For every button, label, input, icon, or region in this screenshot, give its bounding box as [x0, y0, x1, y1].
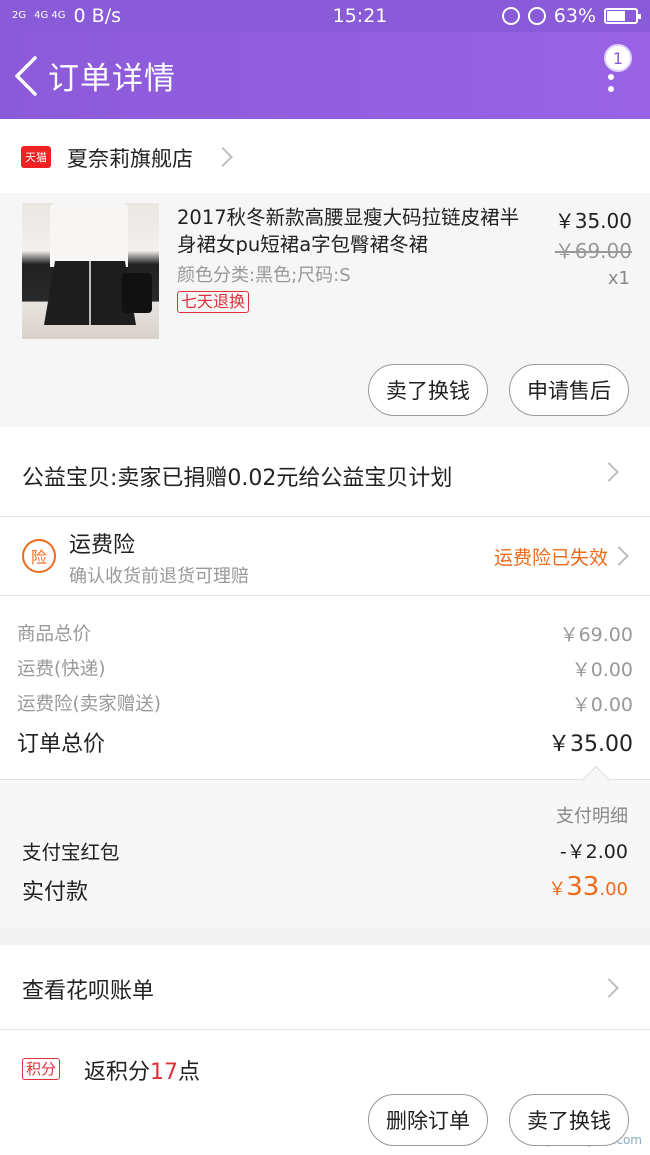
return-policy-tag: 七天退换: [177, 291, 250, 313]
points-text: 返积分17点: [84, 1054, 200, 1086]
net-speed: 0 B/s: [73, 5, 121, 27]
tmall-icon: 天猫: [21, 146, 51, 168]
product-image[interactable]: [22, 203, 159, 339]
summary-label: 商品总价: [17, 624, 92, 645]
summary-value: ￥0.00: [571, 694, 633, 716]
message-badge: 1: [604, 44, 632, 72]
shop-row[interactable]: 天猫 夏奈莉旗舰店: [0, 119, 650, 193]
zipper-shape: [89, 261, 91, 325]
more-dot-icon: [608, 74, 614, 80]
signal-2g-icon: 2G: [12, 10, 27, 21]
battery-percent: 63%: [553, 5, 596, 27]
points-count: 17: [150, 1060, 179, 1085]
order-total-value: ￥35.00: [548, 732, 633, 757]
status-bar: 2G 4G 4G 0 B/s 15:21 63%: [0, 0, 650, 32]
page-title: 订单详情: [48, 61, 176, 97]
clock: 15:21: [332, 5, 388, 27]
battery-fill: [607, 11, 625, 21]
redpacket-value: -￥2.00: [559, 841, 628, 863]
paid-label: 实付款: [22, 880, 89, 905]
chevron-left-icon: [15, 55, 37, 96]
alarm-icon: [527, 7, 546, 25]
charity-text: 公益宝贝:卖家已捐赠0.02元给公益宝贝计划: [22, 466, 453, 491]
points-row: 积分 返积分17点: [0, 1030, 650, 1085]
points-suffix: 点: [178, 1060, 201, 1085]
sweater-shape: [50, 203, 128, 267]
chevron-right-icon: [213, 147, 233, 167]
back-button[interactable]: [4, 46, 48, 106]
status-right: 63%: [488, 5, 641, 27]
product-sku: 颜色分类:黑色;尺码:S: [177, 265, 351, 286]
points-tag: 积分: [22, 1058, 61, 1080]
item-price: ￥35.00: [554, 209, 632, 233]
summary-label: 运费(快递): [17, 659, 106, 680]
charity-row[interactable]: 公益宝贝:卖家已捐赠0.02元给公益宝贝计划: [0, 427, 650, 516]
summary-value: ￥69.00: [559, 624, 633, 646]
order-total-label: 订单总价: [17, 732, 106, 757]
item-quantity: x1: [607, 268, 630, 289]
delete-order-button[interactable]: 删除订单: [368, 1094, 488, 1146]
chevron-right-icon: [609, 546, 629, 566]
sell-for-cash-button-bottom[interactable]: 卖了换钱: [509, 1094, 629, 1146]
payment-detail: 支付明细 支付宝红包 -￥2.00 实付款 ￥33.00: [0, 780, 650, 928]
product-title[interactable]: 2017秋冬新款高腰显瘦大码拉链皮裙半身裙女pu短裙a字包臀裙冬裙: [177, 204, 522, 258]
points-prefix: 返积分: [84, 1060, 151, 1085]
more-dot-icon: [608, 86, 614, 92]
redpacket-label: 支付宝红包: [22, 841, 120, 864]
insurance-icon: 险: [22, 539, 56, 573]
more-menu-button[interactable]: 1: [592, 42, 632, 102]
price-summary: 商品总价 ￥69.00 运费(快递) ￥0.00 运费险(卖家赠送) ￥0.00…: [0, 596, 650, 779]
insurance-status: 运费险已失效: [493, 547, 608, 569]
summary-value: ￥0.00: [571, 659, 633, 681]
chevron-right-icon: [599, 462, 619, 482]
nav-bar: 订单详情 1: [0, 32, 650, 119]
rotation-lock-icon: [501, 7, 520, 25]
handbag-shape: [122, 273, 152, 313]
sell-for-cash-button[interactable]: 卖了换钱: [368, 364, 488, 416]
payment-detail-label[interactable]: 支付明细: [556, 802, 628, 828]
insurance-title: 运费险: [69, 533, 136, 558]
paid-decimal: .00: [599, 879, 628, 900]
paid-amount: ￥33.00: [548, 872, 628, 902]
apply-aftersale-button[interactable]: 申请售后: [509, 364, 629, 416]
insurance-subtitle: 确认收货前退货可理赔: [69, 566, 249, 587]
signal-4g-icon: 4G 4G: [34, 10, 66, 21]
huabei-bill-text: 查看花呗账单: [22, 979, 155, 1004]
battery-icon: [604, 8, 641, 24]
chevron-right-icon: [599, 978, 619, 998]
paid-integer: 33: [566, 872, 600, 902]
item-original-price: ￥69.00: [554, 239, 632, 263]
paid-currency: ￥: [548, 879, 567, 900]
huabei-bill-row[interactable]: 查看花呗账单: [0, 945, 650, 1029]
summary-label: 运费险(卖家赠送): [17, 694, 161, 715]
shop-name: 夏奈莉旗舰店: [67, 147, 193, 171]
shipping-insurance-row[interactable]: 险 运费险 确认收货前退货可理赔 运费险已失效: [0, 517, 650, 595]
